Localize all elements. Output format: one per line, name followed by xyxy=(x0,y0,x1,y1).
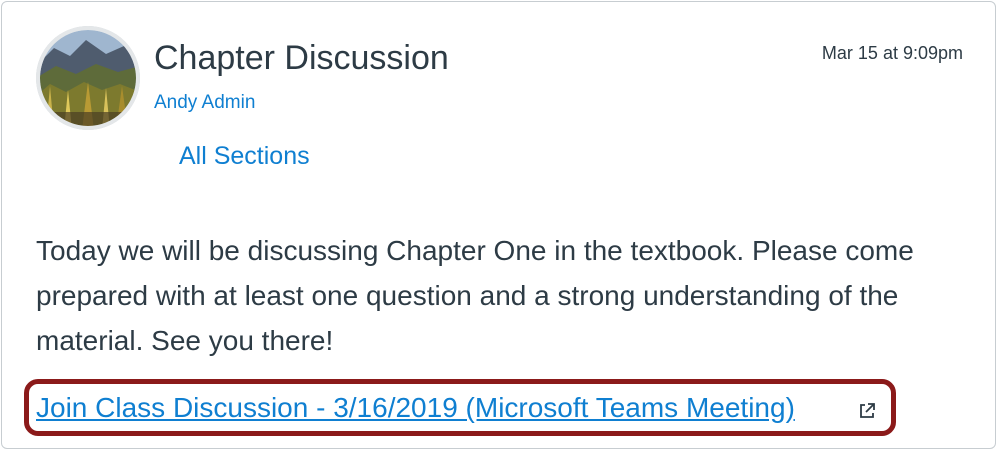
page-title: Chapter Discussion xyxy=(154,39,449,77)
discussion-card: Chapter Discussion Andy Admin Mar 15 at … xyxy=(1,1,996,449)
meeting-link[interactable]: Join Class Discussion - 3/16/2019 (Micro… xyxy=(36,391,795,425)
sections-link[interactable]: All Sections xyxy=(179,141,310,171)
author-link[interactable]: Andy Admin xyxy=(154,91,255,115)
avatar[interactable] xyxy=(36,26,140,130)
post-timestamp: Mar 15 at 9:09pm xyxy=(821,43,963,63)
avatar-image xyxy=(36,26,140,130)
post-body: Today we will be discussing Chapter One … xyxy=(36,235,914,356)
external-link-icon[interactable] xyxy=(858,402,876,420)
